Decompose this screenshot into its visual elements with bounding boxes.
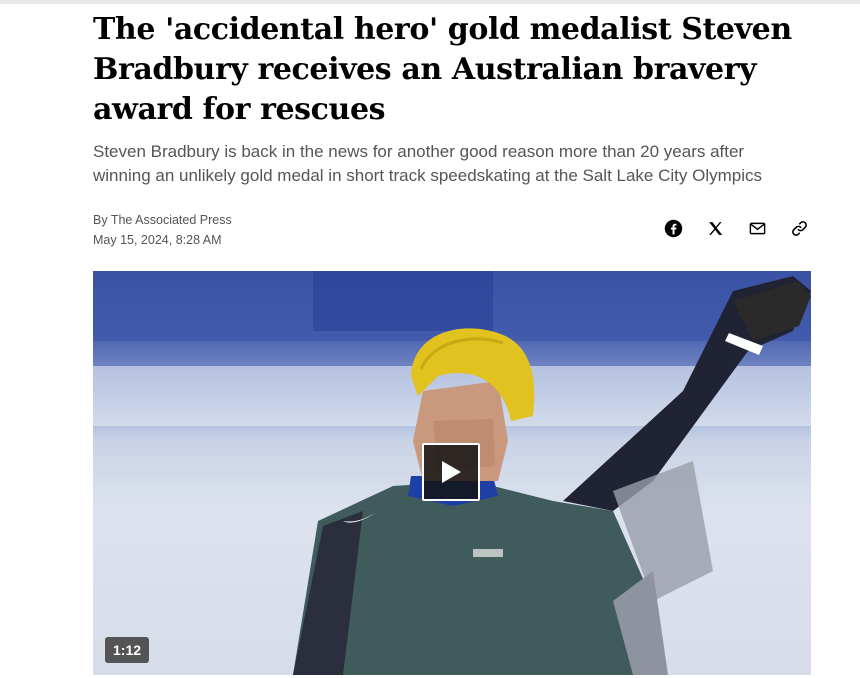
- dek: Steven Bradbury is back in the news for …: [93, 142, 763, 185]
- x-icon[interactable]: [703, 216, 727, 240]
- play-icon: [442, 461, 461, 483]
- video-player[interactable]: 1:12: [93, 271, 811, 675]
- headline: The 'accidental hero' gold medalist Stev…: [93, 12, 792, 127]
- meta-row: By The Associated Press May 15, 2024, 8:…: [93, 210, 811, 254]
- top-strip: [0, 0, 860, 4]
- play-button[interactable]: [422, 443, 480, 501]
- facebook-icon[interactable]: [661, 216, 685, 240]
- link-icon[interactable]: [787, 216, 811, 240]
- video-duration: 1:12: [105, 637, 150, 663]
- article-header: The 'accidental hero' gold medalist Stev…: [93, 10, 811, 188]
- share-bar: [661, 216, 811, 240]
- mail-icon[interactable]: [745, 216, 769, 240]
